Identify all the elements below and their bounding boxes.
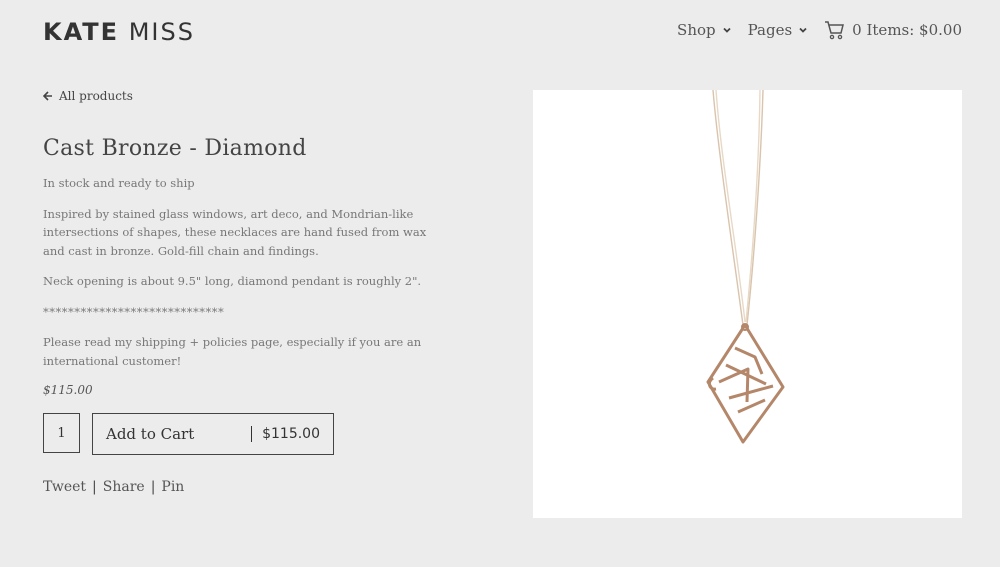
product-title: Cast Bronze - Diamond — [43, 136, 307, 161]
share-link[interactable]: Share — [103, 479, 145, 495]
nav-shop-label: Shop — [677, 21, 716, 39]
chevron-down-icon — [799, 27, 807, 33]
tweet-link[interactable]: Tweet — [43, 479, 86, 495]
back-label: All products — [59, 89, 133, 103]
product-price: $115.00 — [43, 383, 93, 397]
policy-note: Please read my shipping + policies page,… — [43, 335, 422, 368]
back-to-products-link[interactable]: All products — [43, 89, 133, 103]
arrow-left-icon — [43, 91, 52, 101]
nav-pages[interactable]: Pages — [748, 21, 809, 39]
logo-first-word: KATE — [43, 18, 120, 46]
cart-summary: 0 Items: $0.00 — [852, 21, 962, 39]
cart-icon — [825, 21, 845, 40]
add-to-cart-price-group: $115.00 — [251, 426, 320, 442]
necklace-pendant-image — [706, 89, 785, 444]
divider: | — [92, 479, 97, 495]
top-nav: Shop Pages 0 Items: $0.00 — [661, 20, 962, 40]
chevron-down-icon — [722, 27, 731, 33]
add-to-cart-label: Add to Cart — [106, 425, 195, 443]
divider: | — [150, 479, 156, 495]
product-description: In stock and ready to ship Inspired by s… — [43, 174, 443, 382]
asterisk-divider: ***************************** — [43, 304, 225, 319]
nav-pages-label: Pages — [747, 21, 793, 39]
cart-link[interactable]: 0 Items: $0.00 — [824, 20, 962, 40]
social-links: Tweet | Share | Pin — [43, 479, 184, 495]
divider — [251, 426, 253, 442]
pin-link[interactable]: Pin — [161, 479, 184, 495]
add-to-cart-price: $115.00 — [262, 426, 320, 442]
nav-shop[interactable]: Shop — [677, 21, 732, 39]
site-logo[interactable]: KATE MISS — [43, 18, 195, 46]
logo-second-word: MISS — [128, 18, 195, 46]
add-to-cart-button[interactable]: Add to Cart $115.00 — [92, 413, 334, 455]
product-image[interactable] — [533, 89, 962, 518]
quantity-input[interactable]: 1 — [43, 413, 80, 453]
description-text: Inspired by stained glass windows, art d… — [43, 206, 427, 258]
stock-status: In stock and ready to ship — [43, 176, 195, 190]
dimensions-text: Neck opening is about 9.5" long, diamond… — [43, 274, 422, 288]
